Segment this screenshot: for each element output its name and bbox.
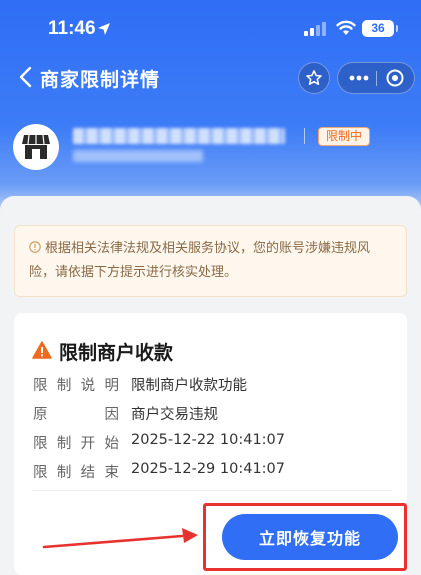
- restore-function-button[interactable]: 立即恢复功能: [222, 514, 398, 560]
- warning-triangle-icon: [32, 341, 52, 359]
- detail-value: 限制商户收款功能: [131, 378, 247, 394]
- page-title: 商家限制详情: [40, 69, 161, 91]
- detail-label: 限制说明: [33, 378, 119, 394]
- detail-label: 限制开始: [33, 436, 119, 452]
- info-icon: [29, 241, 41, 253]
- card-divider: [32, 490, 392, 491]
- detail-value: 商户交易违规: [131, 407, 218, 423]
- detail-row-reason: 原因 商户交易违规: [33, 403, 393, 425]
- merchant-name-redacted: [73, 128, 285, 144]
- status-bar: 11:46 36: [0, 0, 421, 54]
- status-badge: 限制中: [318, 127, 371, 146]
- detail-value: 2025-12-22 10:41:07: [131, 432, 285, 448]
- restriction-title: 限制商户收款: [59, 342, 174, 364]
- notice-text: 根据相关法律法规及相关服务协议，您的账号涉嫌违规风险，请依据下方提示进行核实处理…: [29, 241, 371, 280]
- close-miniprogram-icon[interactable]: [386, 69, 404, 87]
- star-icon: [306, 70, 322, 85]
- wifi-icon: [336, 20, 356, 35]
- detail-row-description: 限制说明 限制商户收款功能: [33, 374, 393, 396]
- more-icon[interactable]: [348, 71, 370, 85]
- nav-bar: 商家限制详情: [0, 56, 421, 100]
- detail-row-end: 限制结束 2025-12-29 10:41:07: [33, 461, 393, 483]
- detail-label: 原因: [33, 407, 119, 423]
- detail-value: 2025-12-29 10:41:07: [131, 461, 285, 477]
- detail-label: 限制结束: [33, 465, 119, 481]
- cellular-signal-icon: [304, 22, 326, 36]
- battery-indicator: 36: [362, 20, 398, 37]
- miniprogram-capsule: [337, 62, 415, 94]
- merchant-subtitle-redacted: [73, 150, 203, 162]
- store-icon: [22, 134, 50, 159]
- risk-notice: 根据相关法律法规及相关服务协议，您的账号涉嫌违规风险，请依据下方提示进行核实处理…: [14, 225, 407, 297]
- location-arrow-icon: [98, 23, 110, 35]
- back-chevron-icon[interactable]: [18, 66, 34, 88]
- merchant-divider: [304, 128, 305, 144]
- status-time: 11:46: [48, 18, 96, 39]
- merchant-avatar: [13, 124, 59, 170]
- capsule-divider: [376, 71, 377, 86]
- red-arrow-annotation: [42, 528, 198, 549]
- favorite-button[interactable]: [298, 62, 330, 94]
- detail-row-start: 限制开始 2025-12-22 10:41:07: [33, 432, 393, 454]
